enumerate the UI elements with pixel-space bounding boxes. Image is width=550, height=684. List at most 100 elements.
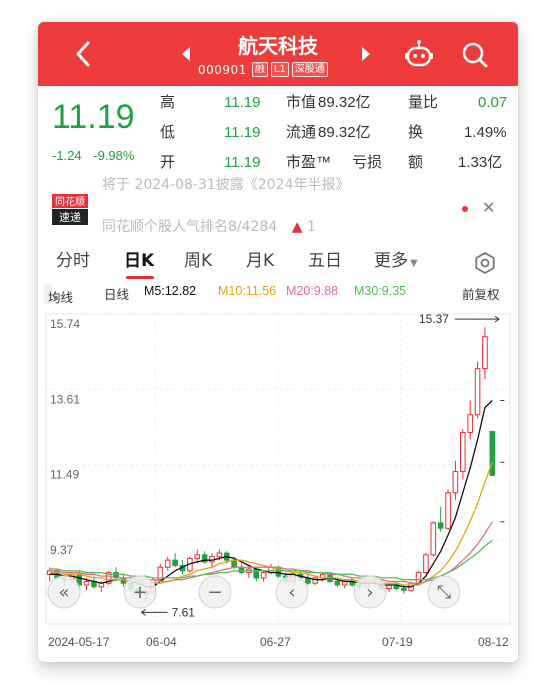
- news-logo-text: 速递: [59, 210, 81, 224]
- news-headline[interactable]: 将于 2024-08-31披露《2024年半报》: [102, 174, 349, 194]
- candle-body: [489, 430, 496, 476]
- news-popularity-change: 1: [306, 219, 316, 235]
- candle-body: [467, 414, 473, 433]
- volume-ratio-value: 0.07: [478, 94, 508, 111]
- max-price-label: 15.37: [419, 312, 449, 326]
- news-popularity[interactable]: 同花顺个股人气排名8/4284 ▲ 1: [102, 216, 316, 236]
- amount-label: 额: [408, 154, 424, 171]
- candle-body: [334, 580, 341, 586]
- price-change: -1.24: [52, 148, 82, 163]
- current-price: 11.19: [52, 98, 135, 136]
- search-button[interactable]: [458, 38, 492, 72]
- kline-chart[interactable]: 15.74 13.61 11.49 9.37 15.37 7.61 « + − ‹ › ⤡ 2024-0…: [38, 306, 518, 662]
- chevron-left-icon: [76, 41, 90, 67]
- candle-body: [474, 368, 481, 416]
- x-tick-label: 06-27: [260, 635, 291, 649]
- candle-body: [164, 559, 171, 568]
- shenzhen-connect-badge: 深股通: [291, 62, 328, 77]
- float-cap-value: 89.32亿: [318, 124, 371, 141]
- x-tick-label: 06-04: [146, 635, 177, 649]
- candle-body: [482, 336, 488, 370]
- candle-body: [216, 552, 223, 558]
- y-tick-label: 15.74: [50, 317, 80, 331]
- unread-dot: [462, 206, 468, 212]
- amount-value: 1.33亿: [458, 154, 503, 171]
- kline-chart-svg: 15.74 13.61 11.49 9.37 15.37 7.61 « + − ‹ › ⤡ 2024-0…: [45, 312, 511, 649]
- x-tick-label: 07-19: [382, 635, 413, 649]
- candle-body: [194, 554, 201, 559]
- scroll-right-glyph: ›: [366, 582, 373, 603]
- caret-down-icon: ▼: [410, 258, 418, 269]
- y-tick-label: 9.37: [50, 543, 74, 557]
- x-tick-label: 08-12: [478, 635, 509, 649]
- margin-badge: 融: [251, 62, 268, 77]
- low-label: 低: [160, 124, 176, 141]
- scroll-left-button[interactable]: ‹: [275, 575, 309, 609]
- low-value: 11.19: [224, 124, 261, 141]
- ma5-label: M5:12.82: [144, 284, 197, 298]
- back-button[interactable]: [66, 36, 102, 72]
- news-logo-text: 同花顺: [55, 195, 85, 208]
- ma20-label: M20:9.88: [286, 284, 339, 298]
- price-change-percent: -9.98%: [93, 148, 135, 163]
- fast-backward-button[interactable]: «: [47, 575, 81, 609]
- adjust-mode[interactable]: 前复权: [462, 284, 500, 303]
- previous-stock-button[interactable]: [178, 42, 194, 66]
- chart-period-tabs: 分时 日K 周K 月K 五日 更多 ▼: [38, 242, 518, 280]
- kline-label: 日线: [104, 288, 130, 302]
- level1-badge: L1: [270, 62, 289, 77]
- zoom-out-glyph: −: [207, 582, 222, 603]
- zoom-out-button[interactable]: −: [198, 575, 232, 609]
- chart-settings-button[interactable]: [472, 250, 498, 276]
- candle-body: [445, 492, 451, 529]
- tab-intraday[interactable]: 分时: [56, 248, 90, 274]
- scroll-right-button[interactable]: ›: [353, 575, 387, 609]
- tab-more-label: 更多: [374, 251, 408, 271]
- active-tab-indicator: [126, 276, 154, 279]
- tab-five-day[interactable]: 五日: [308, 248, 342, 274]
- high-label: 高: [160, 94, 176, 111]
- tab-monthly-k[interactable]: 月K: [246, 248, 274, 274]
- min-price-label: 7.61: [172, 605, 196, 619]
- candle-body: [260, 572, 267, 579]
- candle-body: [83, 580, 90, 586]
- price-change-row: -1.24 -9.98%: [52, 148, 142, 163]
- market-cap-value: 89.32亿: [318, 94, 371, 111]
- robot-assistant-button[interactable]: [402, 38, 436, 72]
- ma-legend: 均线 ▼ 日线 M5:12.82 M10:11.56 M20:9.88 M30:9…: [38, 280, 518, 306]
- ma-select-dropdown[interactable]: 均线 ▼: [44, 284, 73, 305]
- tab-more[interactable]: 更多 ▼: [374, 248, 418, 277]
- y-tick-label: 11.49: [50, 468, 79, 482]
- close-icon: ✕: [482, 198, 496, 217]
- quote-row: 高 11.19 市值 89.32亿 量比 0.07: [160, 88, 516, 118]
- quote-row: 低 11.19 流通 89.32亿 换 1.49%: [160, 118, 516, 148]
- close-news-button[interactable]: ✕: [482, 198, 495, 217]
- search-icon: [462, 42, 488, 68]
- candle-body: [437, 522, 444, 529]
- app-card: 航天科技 000901 融 L1 深股通 11.19 -1.24 -9.98% …: [38, 22, 518, 662]
- zoom-in-glyph: +: [132, 582, 147, 603]
- tab-daily-k[interactable]: 日K: [124, 248, 154, 274]
- triangle-left-icon: [182, 47, 190, 61]
- turnover-label: 换: [408, 124, 424, 141]
- turnover-value: 1.49%: [464, 124, 507, 141]
- candle-body: [172, 559, 178, 566]
- high-value: 11.19: [224, 94, 261, 111]
- up-arrow-icon: ▲: [291, 219, 303, 235]
- candle-body: [238, 566, 245, 574]
- candle-body: [401, 588, 407, 591]
- ma30-label: M30:9.35: [354, 284, 407, 298]
- scroll-left-glyph: ‹: [288, 582, 295, 603]
- news-banner[interactable]: 同花顺 速递 将于 2024-08-31披露《2024年半报》 同花顺个股人气排…: [38, 177, 518, 238]
- zoom-in-button[interactable]: +: [123, 575, 157, 609]
- x-tick-label: 2024-05-17: [48, 635, 110, 649]
- news-popularity-text: 同花顺个股人气排名8/4284: [102, 219, 278, 235]
- quote-panel: 11.19 -1.24 -9.98% 高 11.19 市值 89.32亿 量比 …: [38, 86, 518, 182]
- candle-body: [452, 470, 459, 494]
- y-tick-label: 13.61: [50, 393, 80, 407]
- pe-ttm-value: 亏损: [352, 154, 383, 171]
- news-logo: 同花顺 速递: [52, 194, 88, 225]
- stock-header: 航天科技 000901 融 L1 深股通: [38, 22, 518, 86]
- tab-weekly-k[interactable]: 周K: [184, 248, 212, 274]
- fullscreen-button[interactable]: ⤡: [427, 575, 461, 609]
